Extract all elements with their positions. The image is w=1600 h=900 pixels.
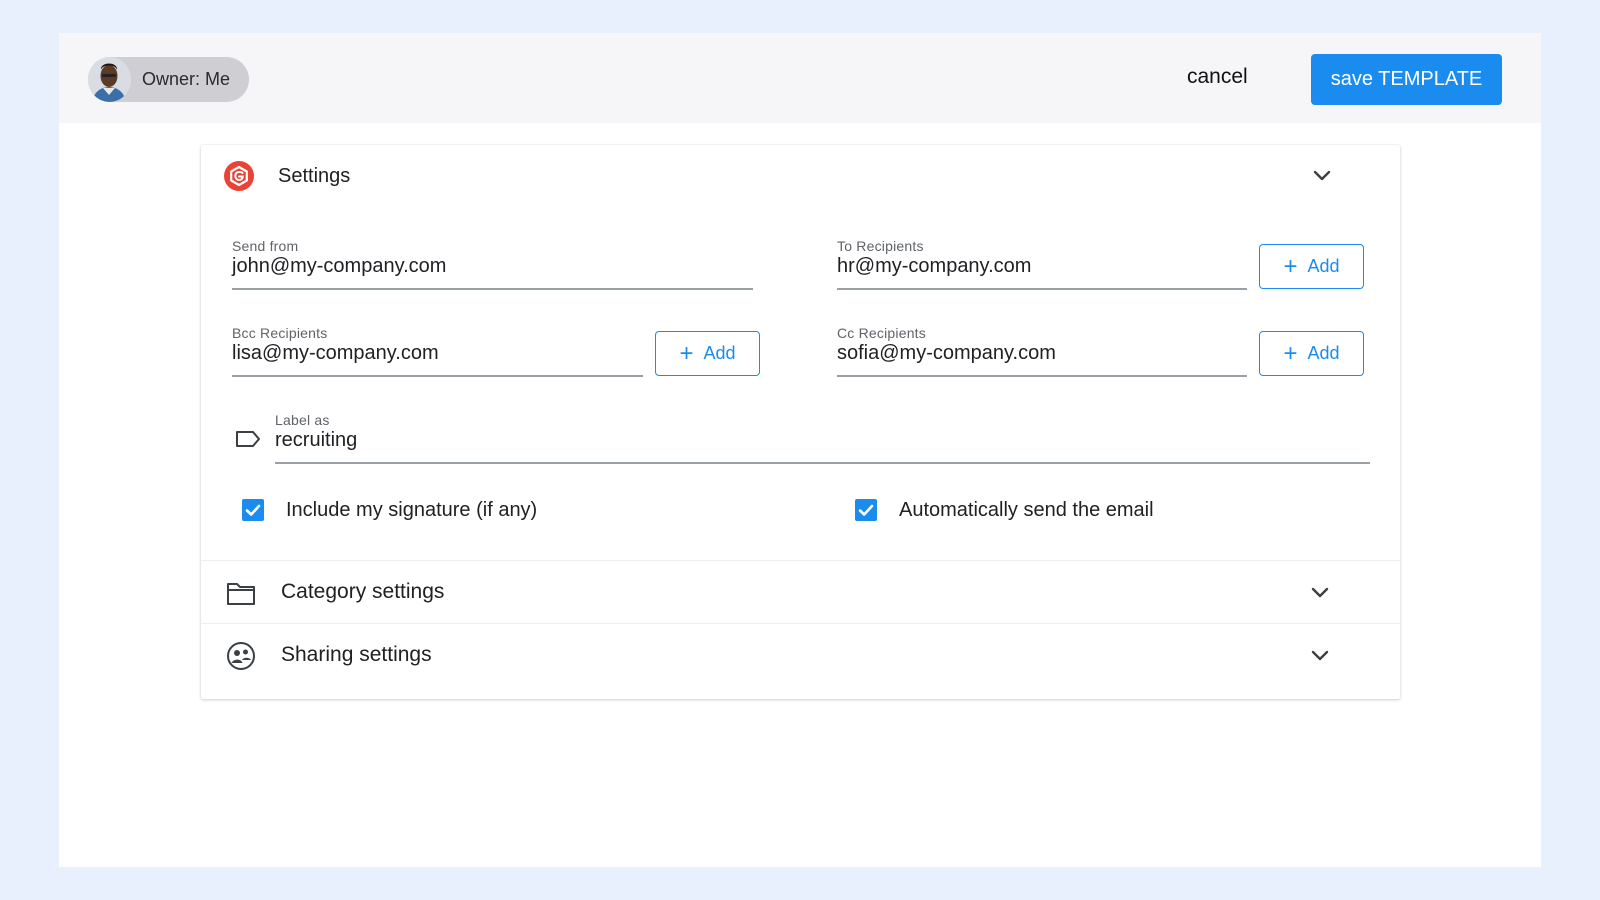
- auto-send-label: Automatically send the email: [899, 499, 1154, 521]
- send-from-field[interactable]: Send from john@my-company.com: [232, 238, 753, 290]
- add-cc-recipient-button[interactable]: + Add: [1259, 331, 1364, 376]
- settings-header[interactable]: Settings: [201, 145, 1400, 207]
- category-settings-title: Category settings: [281, 580, 445, 603]
- add-to-recipient-button[interactable]: + Add: [1259, 244, 1364, 289]
- category-settings-row[interactable]: Category settings: [201, 560, 1400, 623]
- to-recipients-underline: [837, 288, 1247, 290]
- sharing-icon: [227, 642, 255, 670]
- cancel-button[interactable]: cancel: [1187, 65, 1248, 89]
- add-cc-recipient-label: Add: [1307, 343, 1340, 363]
- settings-panel: Settings Send from john@my-company.com T…: [201, 145, 1400, 699]
- owner-chip[interactable]: Owner: Me: [88, 57, 249, 102]
- chevron-down-icon[interactable]: [1313, 170, 1331, 182]
- include-signature-label: Include my signature (if any): [286, 499, 538, 521]
- checkmark-icon: [245, 504, 261, 516]
- save-template-button[interactable]: save TEMPLATE: [1311, 54, 1502, 105]
- add-bcc-recipient-label: Add: [703, 343, 736, 363]
- cc-recipients-label: Cc Recipients: [837, 325, 926, 341]
- include-signature-checkbox[interactable]: [242, 499, 264, 521]
- owner-label: Owner: Me: [142, 69, 231, 89]
- label-as-underline: [275, 462, 1370, 464]
- checkmark-icon: [858, 504, 874, 516]
- cc-recipients-underline: [837, 375, 1247, 377]
- sharing-settings-row[interactable]: Sharing settings: [201, 623, 1400, 686]
- send-from-label: Send from: [232, 238, 299, 254]
- chevron-down-icon[interactable]: [1311, 650, 1329, 662]
- bcc-recipients-value: lisa@my-company.com: [232, 342, 439, 364]
- label-as-value: recruiting: [275, 429, 358, 451]
- to-recipients-value: hr@my-company.com: [837, 255, 1032, 277]
- sharing-settings-title: Sharing settings: [281, 643, 432, 666]
- auto-send-checkbox[interactable]: [855, 499, 877, 521]
- label-as-label: Label as: [275, 412, 330, 428]
- app-logo-icon: [224, 161, 254, 191]
- to-recipients-label: To Recipients: [837, 238, 924, 254]
- plus-icon: +: [1283, 252, 1298, 280]
- send-from-underline: [232, 288, 753, 290]
- plus-icon: +: [1283, 339, 1298, 367]
- send-from-value: john@my-company.com: [232, 255, 447, 277]
- add-bcc-recipient-button[interactable]: + Add: [655, 331, 760, 376]
- top-bar: Owner: Me cancel save TEMPLATE: [59, 33, 1541, 123]
- label-as-field[interactable]: Label as recruiting: [275, 412, 1370, 464]
- bcc-recipients-underline: [232, 375, 643, 377]
- avatar: [88, 57, 131, 102]
- cc-recipients-value: sofia@my-company.com: [837, 342, 1056, 364]
- template-editor-window: Owner: Me cancel save TEMPLATE Settings …: [59, 33, 1541, 867]
- bcc-recipients-label: Bcc Recipients: [232, 325, 328, 341]
- to-recipients-field[interactable]: To Recipients hr@my-company.com: [837, 238, 1247, 290]
- label-icon: [236, 431, 260, 447]
- plus-icon: +: [679, 339, 694, 367]
- bcc-recipients-field[interactable]: Bcc Recipients lisa@my-company.com: [232, 325, 643, 377]
- folder-icon: [227, 583, 255, 605]
- chevron-down-icon[interactable]: [1311, 587, 1329, 599]
- settings-title: Settings: [278, 165, 351, 187]
- cc-recipients-field[interactable]: Cc Recipients sofia@my-company.com: [837, 325, 1247, 377]
- add-to-recipient-label: Add: [1307, 256, 1340, 276]
